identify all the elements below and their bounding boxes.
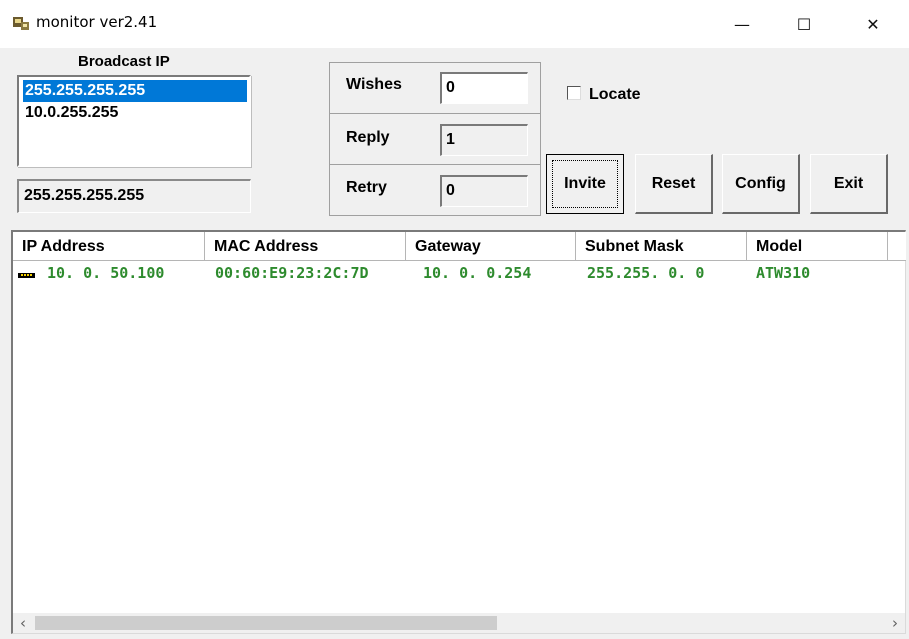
exit-button[interactable]: Exit	[810, 154, 888, 214]
column-ip-address[interactable]: IP Address	[13, 232, 205, 261]
reset-button[interactable]: Reset	[635, 154, 713, 214]
wishes-field[interactable]: 0	[440, 72, 528, 104]
column-subnet-mask[interactable]: Subnet Mask	[576, 232, 747, 261]
app-icon	[12, 15, 30, 31]
broadcast-ip-item[interactable]: 10.0.255.255	[23, 102, 247, 124]
invite-button[interactable]: Invite	[546, 154, 624, 214]
scrollbar-thumb[interactable]	[35, 616, 497, 630]
broadcast-ip-list[interactable]: 255.255.255.255 10.0.255.255	[17, 75, 251, 167]
locate-label: Locate	[589, 86, 641, 103]
checkbox-box[interactable]	[567, 86, 581, 100]
maximize-button[interactable]: ☐	[781, 0, 827, 48]
focus-rect	[552, 160, 618, 208]
cell-model: ATW310	[756, 264, 811, 282]
cell-gateway: 10. 0. 0.254	[423, 264, 532, 282]
wishes-row: Wishes 0	[330, 63, 540, 114]
window-title: monitor ver2.41	[36, 13, 158, 31]
stats-group: Wishes 0 Reply 1 Retry 0	[329, 62, 541, 216]
locate-checkbox[interactable]: Locate	[567, 86, 641, 104]
wishes-label: Wishes	[346, 76, 402, 93]
scroll-left-icon[interactable]: ‹	[13, 613, 33, 633]
broadcast-ip-item[interactable]: 255.255.255.255	[23, 80, 247, 102]
horizontal-scrollbar[interactable]: ‹ ›	[13, 613, 905, 633]
minimize-button[interactable]: —	[719, 0, 765, 48]
list-header: IP Address MAC Address Gateway Subnet Ma…	[13, 232, 906, 261]
cell-ip: 10. 0. 50.100	[47, 264, 165, 282]
broadcast-ip-label: Broadcast IP	[78, 53, 170, 70]
title-bar: monitor ver2.41 — ☐ ✕	[0, 0, 909, 49]
retry-row: Retry 0	[330, 165, 540, 216]
table-row[interactable]: 10. 0. 50.100 00:60:E9:23:2C:7D 10. 0. 0…	[13, 262, 893, 284]
reply-label: Reply	[346, 129, 390, 146]
close-button[interactable]: ✕	[850, 0, 896, 48]
main-panel: Broadcast IP 255.255.255.255 10.0.255.25…	[0, 48, 909, 639]
scroll-right-icon[interactable]: ›	[885, 613, 905, 633]
retry-label: Retry	[346, 179, 387, 196]
reply-field: 1	[440, 124, 528, 156]
cell-subnet: 255.255. 0. 0	[587, 264, 705, 282]
cell-mac: 00:60:E9:23:2C:7D	[215, 264, 369, 282]
column-gateway[interactable]: Gateway	[406, 232, 576, 261]
column-mac-address[interactable]: MAC Address	[205, 232, 406, 261]
config-button[interactable]: Config	[722, 154, 800, 214]
retry-field: 0	[440, 175, 528, 207]
device-list[interactable]: IP Address MAC Address Gateway Subnet Ma…	[11, 230, 906, 634]
device-icon	[18, 273, 35, 278]
column-filler	[888, 232, 906, 261]
reply-row: Reply 1	[330, 114, 540, 165]
broadcast-ip-input[interactable]: 255.255.255.255	[17, 179, 251, 213]
column-model[interactable]: Model	[747, 232, 888, 261]
